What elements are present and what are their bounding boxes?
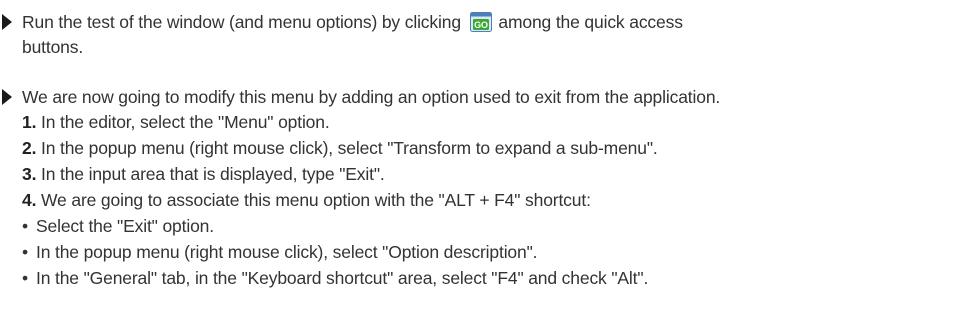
run-test-text-after: among the quick access [498, 12, 683, 32]
step-text: In the popup menu (right mouse click), s… [36, 138, 658, 158]
arrow-bullet-icon [2, 89, 12, 105]
step-number: 2. [22, 138, 37, 158]
substep-text: Select the "Exit" option. [36, 216, 214, 236]
bullet-dot-icon: • [22, 216, 28, 236]
run-test-text-line2: buttons. [22, 37, 84, 57]
modify-menu-intro: We are now going to modify this menu by … [22, 87, 721, 107]
step-number: 1. [22, 112, 37, 132]
step-text: We are going to associate this menu opti… [36, 190, 591, 210]
run-test-text: Run the test of the window (and menu opt… [22, 12, 461, 32]
bullet-dot-icon: • [22, 242, 28, 262]
step-text: In the input area that is displayed, typ… [36, 164, 385, 184]
go-button-icon: GO [469, 12, 492, 32]
bullet-dot-icon: • [22, 268, 28, 288]
substep-text: In the "General" tab, in the "Keyboard s… [36, 268, 649, 288]
step-text: In the editor, select the "Menu" option. [36, 112, 330, 132]
svg-text:GO: GO [474, 20, 488, 30]
substep-text: In the popup menu (right mouse click), s… [36, 242, 538, 262]
step-number: 4. [22, 190, 37, 210]
arrow-bullet-icon [2, 14, 12, 30]
step-number: 3. [22, 164, 37, 184]
